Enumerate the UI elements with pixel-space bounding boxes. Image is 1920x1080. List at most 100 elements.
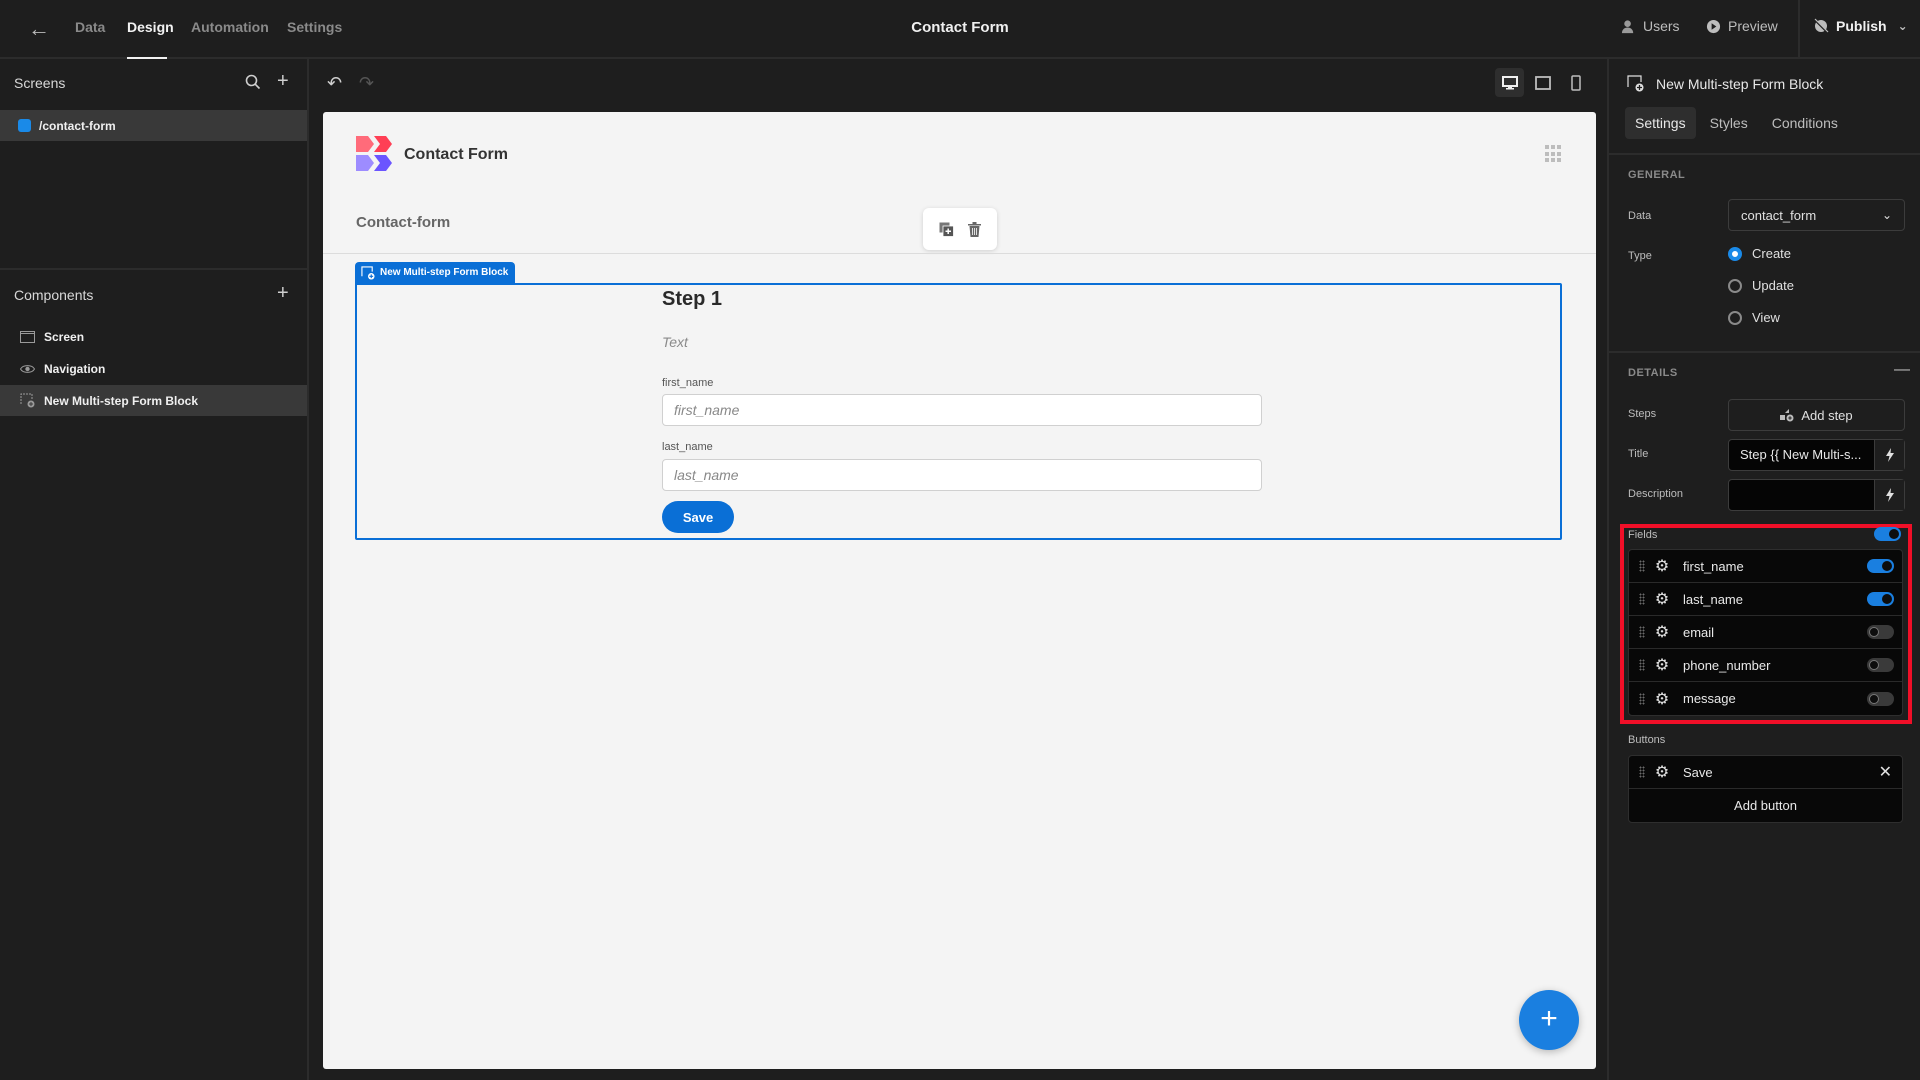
nav-tab-automation[interactable]: Automation bbox=[191, 19, 269, 35]
drag-handle-icon[interactable] bbox=[1639, 560, 1645, 572]
delete-icon[interactable] bbox=[966, 221, 982, 237]
description-input[interactable] bbox=[1728, 479, 1905, 511]
field-row-first-name: ⚙ first_name bbox=[1629, 550, 1902, 583]
top-bar: ← Data Design Automation Settings Contac… bbox=[0, 0, 1920, 59]
drag-handle-icon[interactable] bbox=[1639, 659, 1645, 671]
field-toggle[interactable] bbox=[1867, 559, 1894, 573]
type-radio-view[interactable]: View bbox=[1728, 310, 1780, 325]
gear-icon[interactable]: ⚙ bbox=[1655, 691, 1669, 708]
tablet-view-button[interactable] bbox=[1528, 68, 1557, 97]
button-row-save: ⚙ Save ✕ bbox=[1629, 756, 1902, 789]
tab-settings[interactable]: Settings bbox=[1625, 107, 1696, 139]
steps-label: Steps bbox=[1628, 408, 1657, 420]
remove-button-icon[interactable]: ✕ bbox=[1879, 762, 1892, 782]
collapse-icon[interactable]: — bbox=[1894, 361, 1910, 379]
type-radio-update[interactable]: Update bbox=[1728, 278, 1794, 293]
title-value[interactable]: Step {{ New Multi-s... bbox=[1729, 440, 1874, 470]
add-component-fab[interactable]: + bbox=[1519, 990, 1579, 1050]
add-step-button[interactable]: Add step bbox=[1728, 399, 1905, 431]
gear-icon[interactable]: ⚙ bbox=[1655, 764, 1669, 781]
form-block-icon bbox=[1627, 75, 1644, 92]
data-label: Data bbox=[1628, 210, 1652, 222]
field-row-message: ⚙ message bbox=[1629, 682, 1902, 715]
drag-handle-icon[interactable] bbox=[1639, 766, 1645, 778]
description-value[interactable] bbox=[1729, 480, 1874, 510]
screen-icon bbox=[19, 330, 35, 344]
add-component-icon[interactable]: + bbox=[277, 283, 289, 303]
data-source-select[interactable]: contact_form ⌄ bbox=[1728, 199, 1905, 231]
first-name-input[interactable] bbox=[662, 394, 1262, 426]
component-tag-label: New Multi-step Form Block bbox=[380, 267, 509, 278]
field-name: email bbox=[1683, 624, 1715, 640]
nav-tab-design[interactable]: Design bbox=[127, 19, 174, 35]
field-toggle[interactable] bbox=[1867, 658, 1894, 672]
add-step-label: Add step bbox=[1801, 407, 1853, 423]
screens-title: Screens bbox=[14, 75, 66, 91]
add-button[interactable]: Add button bbox=[1629, 789, 1902, 822]
radio-label: Update bbox=[1752, 278, 1794, 293]
last-name-input[interactable] bbox=[662, 459, 1262, 491]
field-label-last-name: last_name bbox=[662, 441, 713, 453]
field-toggle[interactable] bbox=[1867, 625, 1894, 639]
eye-icon bbox=[19, 362, 35, 376]
add-screen-icon[interactable]: + bbox=[277, 71, 289, 91]
gear-icon[interactable]: ⚙ bbox=[1655, 624, 1669, 641]
field-row-phone-number: ⚙ phone_number bbox=[1629, 649, 1902, 682]
binding-bolt-icon[interactable] bbox=[1874, 440, 1904, 470]
mobile-view-button[interactable] bbox=[1561, 68, 1590, 97]
duplicate-icon[interactable] bbox=[938, 221, 954, 237]
gear-icon[interactable]: ⚙ bbox=[1655, 657, 1669, 674]
nav-tab-data[interactable]: Data bbox=[75, 19, 105, 35]
component-item-screen[interactable]: Screen bbox=[0, 321, 307, 352]
tablet-icon bbox=[1534, 75, 1551, 90]
back-arrow-icon[interactable]: ← bbox=[26, 16, 52, 42]
undo-icon[interactable]: ↶ bbox=[327, 73, 342, 94]
type-radio-create[interactable]: Create bbox=[1728, 246, 1791, 261]
grid-menu-icon[interactable] bbox=[1545, 145, 1563, 163]
fields-all-toggle[interactable] bbox=[1874, 527, 1901, 541]
title-label: Title bbox=[1628, 448, 1649, 460]
radio-unselected-icon bbox=[1728, 278, 1742, 293]
users-label: Users bbox=[1643, 18, 1680, 34]
buttons-label: Buttons bbox=[1628, 734, 1666, 746]
gear-icon[interactable]: ⚙ bbox=[1655, 591, 1669, 608]
desktop-view-button[interactable] bbox=[1495, 68, 1524, 97]
chevron-down-icon[interactable]: ⌄ bbox=[1898, 19, 1908, 33]
design-area: ↶ ↷ Contact Form Contact-form New Multi-… bbox=[309, 59, 1607, 1080]
divider bbox=[1798, 0, 1800, 59]
gear-icon[interactable]: ⚙ bbox=[1655, 558, 1669, 575]
binding-bolt-icon[interactable] bbox=[1874, 480, 1904, 510]
drag-handle-icon[interactable] bbox=[1639, 593, 1645, 605]
users-icon bbox=[1621, 19, 1634, 33]
field-toggle[interactable] bbox=[1867, 691, 1894, 706]
component-item-navigation[interactable]: Navigation bbox=[0, 353, 307, 384]
field-toggle[interactable] bbox=[1867, 592, 1894, 606]
preview-button[interactable]: Preview bbox=[1706, 18, 1778, 34]
divider bbox=[1609, 351, 1920, 353]
nav-tab-settings[interactable]: Settings bbox=[287, 19, 342, 35]
multistep-form-block[interactable]: Step 1 Text first_name last_name Save bbox=[355, 283, 1562, 540]
screen-label: /contact-form bbox=[39, 118, 116, 133]
tab-styles[interactable]: Styles bbox=[1700, 107, 1758, 139]
selected-component-tag[interactable]: New Multi-step Form Block bbox=[355, 262, 516, 283]
title-input[interactable]: Step {{ New Multi-s... bbox=[1728, 439, 1905, 471]
redo-icon[interactable]: ↷ bbox=[359, 73, 374, 94]
radio-label: Create bbox=[1752, 246, 1792, 261]
fields-label: Fields bbox=[1628, 529, 1658, 541]
search-icon[interactable] bbox=[245, 74, 261, 94]
properties-panel: New Multi-step Form Block Settings Style… bbox=[1607, 59, 1920, 1080]
mobile-icon bbox=[1570, 74, 1581, 91]
publish-button[interactable]: Publish ⌄ bbox=[1813, 18, 1908, 34]
add-step-icon bbox=[1780, 408, 1794, 421]
step-description: Text bbox=[662, 334, 688, 350]
screen-item-contact-form[interactable]: /contact-form bbox=[0, 110, 307, 141]
drag-handle-icon[interactable] bbox=[1639, 626, 1645, 638]
save-button[interactable]: Save bbox=[662, 501, 734, 533]
publish-label: Publish bbox=[1836, 18, 1887, 34]
step-title: Step 1 bbox=[662, 288, 723, 310]
users-button[interactable]: Users bbox=[1621, 18, 1680, 34]
tab-conditions[interactable]: Conditions bbox=[1762, 107, 1848, 139]
component-item-multistep-form[interactable]: New Multi-step Form Block bbox=[0, 385, 307, 416]
desktop-icon bbox=[1501, 75, 1518, 89]
drag-handle-icon[interactable] bbox=[1639, 692, 1645, 705]
